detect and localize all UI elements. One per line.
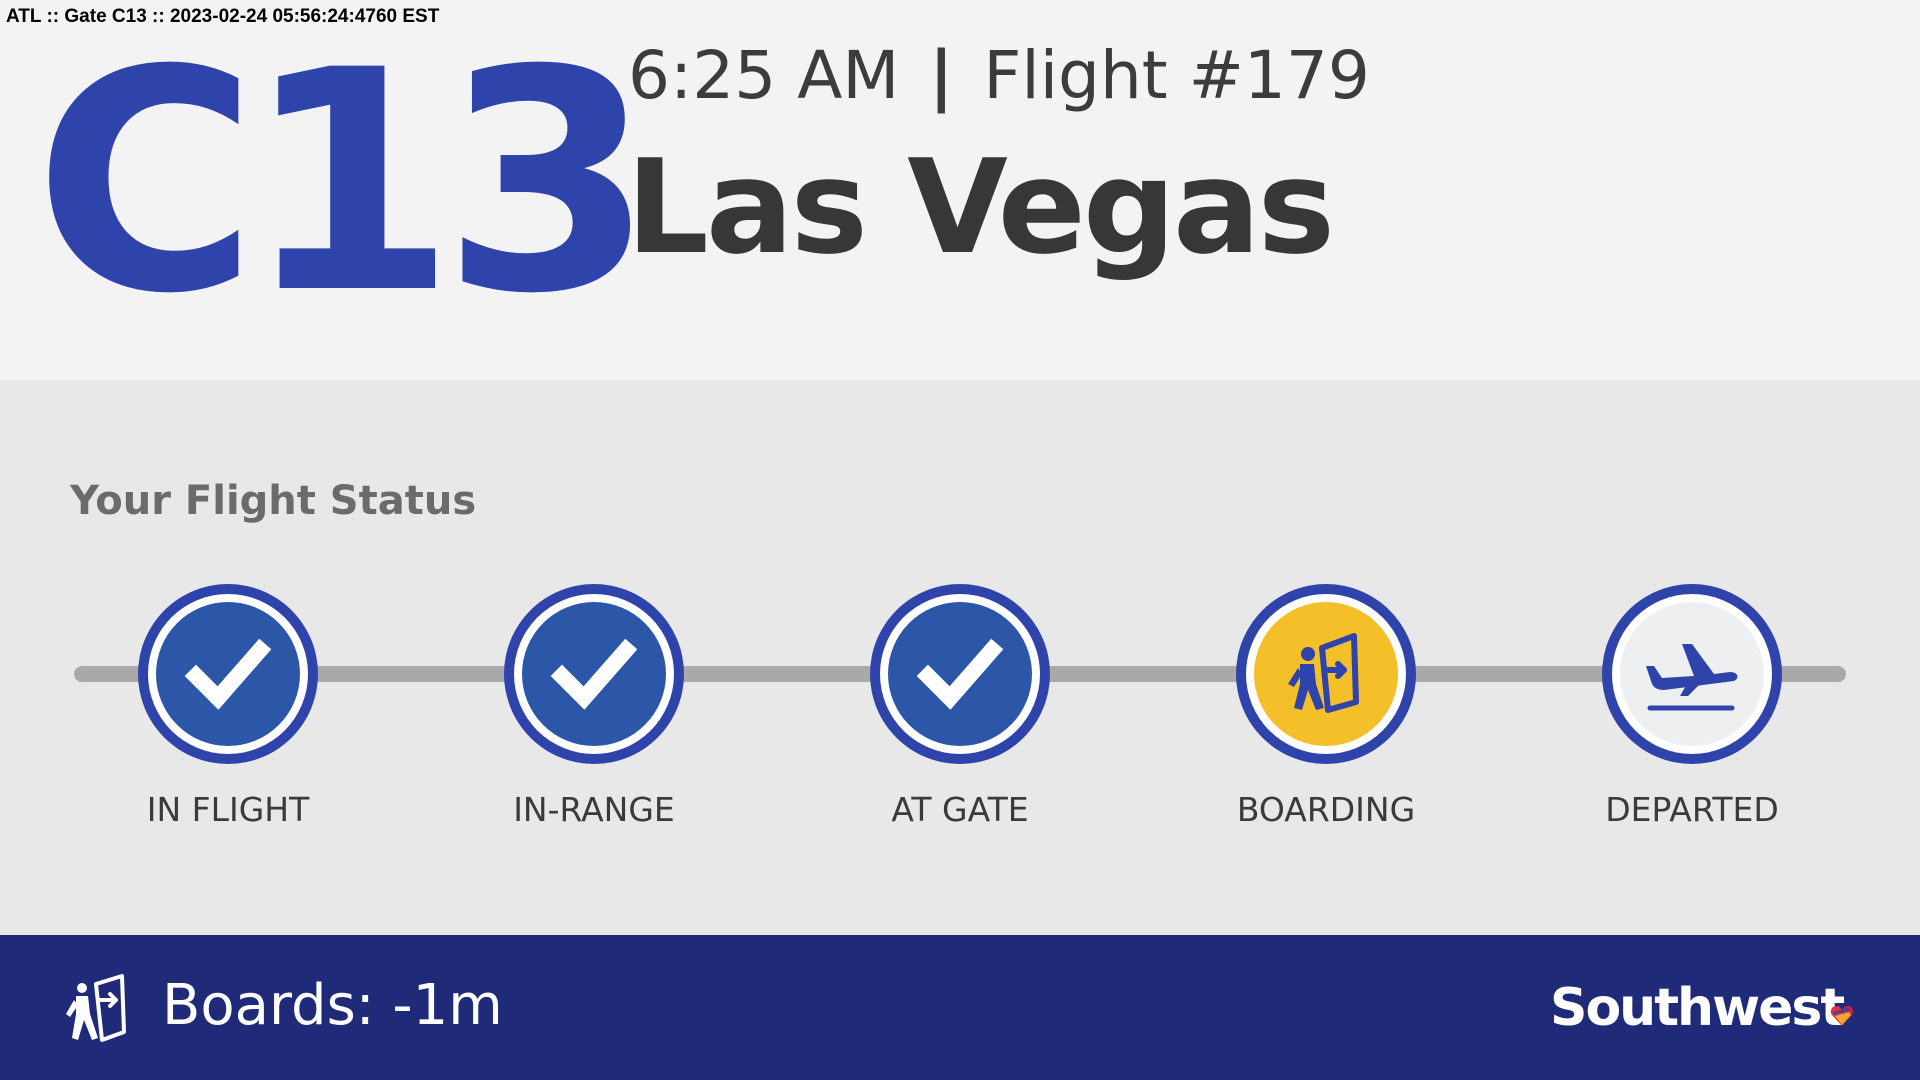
status-step-at-gate xyxy=(870,584,1050,764)
boarding-door-icon xyxy=(66,974,126,1042)
departure-time: 6:25 AM xyxy=(628,37,900,114)
heart-logo-icon xyxy=(1830,1006,1854,1026)
boarding-door-icon xyxy=(1288,633,1359,713)
status-step-boarding xyxy=(1236,584,1416,764)
check-icon xyxy=(550,638,638,710)
status-label-departed: DEPARTED xyxy=(1605,790,1779,829)
departing-plane-icon xyxy=(1646,644,1738,711)
status-label-at-gate: AT GATE xyxy=(891,790,1029,829)
gate-number: C13 xyxy=(34,5,654,360)
flight-number: Flight #179 xyxy=(983,37,1370,114)
brand-logo-text: Southwest xyxy=(1550,978,1845,1038)
check-icon xyxy=(184,638,272,710)
status-step-in-flight xyxy=(138,584,318,764)
status-step-departed xyxy=(1602,584,1782,764)
flight-info-row: 6:25 AM | Flight #179 xyxy=(628,36,1370,116)
boards-countdown: Boards: -1m xyxy=(162,973,503,1038)
gate-display: ATL :: Gate C13 :: 2023-02-24 05:56:24:4… xyxy=(0,0,1920,1080)
status-title: Your Flight Status xyxy=(70,478,477,524)
info-separator: | xyxy=(929,37,954,114)
status-label-in-range: IN-RANGE xyxy=(513,790,675,829)
status-label-boarding: BOARDING xyxy=(1236,790,1416,829)
destination-city: Las Vegas xyxy=(626,131,1335,283)
status-label-in-flight: IN FLIGHT xyxy=(146,790,310,829)
check-icon xyxy=(916,638,1004,710)
status-step-in-range xyxy=(504,584,684,764)
